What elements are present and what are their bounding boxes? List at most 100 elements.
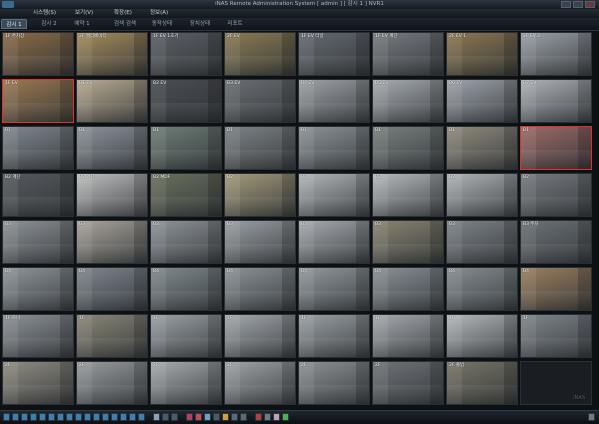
- camera-tile[interactable]: B2 계단: [76, 173, 148, 217]
- camera-tile[interactable]: 2F: [224, 361, 296, 405]
- layout-49-button[interactable]: [57, 413, 64, 421]
- camera-tile[interactable]: 2F: [2, 361, 74, 405]
- camera-tile[interactable]: 1F: [520, 314, 592, 358]
- ptz-button[interactable]: [213, 413, 220, 421]
- layout-custom1-button[interactable]: [75, 413, 82, 421]
- camera-tile[interactable]: B3: [224, 220, 296, 264]
- camera-tile[interactable]: 1F: [150, 314, 222, 358]
- camera-tile[interactable]: B4: [224, 267, 296, 311]
- camera-tile[interactable]: 2F EV 1: [446, 32, 518, 76]
- status-button[interactable]: [282, 413, 289, 421]
- camera-tile[interactable]: B2: [298, 173, 370, 217]
- camera-tile[interactable]: 1F: [298, 314, 370, 358]
- camera-tile[interactable]: B1: [2, 126, 74, 170]
- camera-tile[interactable]: 2F 엘리베이터: [76, 32, 148, 76]
- exit-button[interactable]: [588, 413, 595, 421]
- camera-tile[interactable]: B1: [446, 126, 518, 170]
- camera-tile[interactable]: 1F EV 터널: [298, 32, 370, 76]
- next-page-button[interactable]: [171, 413, 178, 421]
- camera-tile[interactable]: 2F: [298, 361, 370, 405]
- alarm-button[interactable]: [195, 413, 202, 421]
- tab-device-status[interactable]: 장치상태: [185, 19, 215, 29]
- monitor-button[interactable]: [231, 413, 238, 421]
- camera-tile[interactable]: 1F EV 1호기: [150, 32, 222, 76]
- camera-tile[interactable]: 2F 출입: [446, 361, 518, 405]
- camera-tile[interactable]: B3: [446, 220, 518, 264]
- camera-tile[interactable]: B2: [224, 173, 296, 217]
- camera-tile[interactable]: B3 EV: [224, 79, 296, 123]
- camera-tile[interactable]: B3: [2, 220, 74, 264]
- layout-9-button[interactable]: [21, 413, 28, 421]
- layout-16-button[interactable]: [30, 413, 37, 421]
- tab-operation-status[interactable]: 동작상태: [147, 19, 177, 29]
- settings-button[interactable]: [255, 413, 262, 421]
- empty-camera-tile[interactable]: iNAS: [520, 361, 592, 405]
- camera-tile[interactable]: B5 EV: [372, 79, 444, 123]
- tab-watch-1[interactable]: 감시 1: [1, 19, 27, 29]
- camera-tile[interactable]: B2: [520, 173, 592, 217]
- camera-tile[interactable]: B3: [372, 220, 444, 264]
- camera-tile[interactable]: B3: [150, 220, 222, 264]
- camera-tile[interactable]: B3: [298, 220, 370, 264]
- camera-tile[interactable]: B7 EV: [520, 79, 592, 123]
- layout-custom4-button[interactable]: [102, 413, 109, 421]
- snapshot-button[interactable]: [222, 413, 229, 421]
- prev-page-button[interactable]: [162, 413, 169, 421]
- maximize-button[interactable]: [573, 1, 583, 8]
- playback-button[interactable]: [204, 413, 211, 421]
- camera-tile[interactable]: B2: [446, 173, 518, 217]
- layout-custom8-button[interactable]: [138, 413, 145, 421]
- camera-tile[interactable]: B4: [372, 267, 444, 311]
- camera-tile[interactable]: B4 EV: [298, 79, 370, 123]
- camera-tile[interactable]: B1: [76, 126, 148, 170]
- menu-view[interactable]: 보기(V): [75, 9, 93, 18]
- layout-25-button[interactable]: [39, 413, 46, 421]
- camera-tile[interactable]: 2F: [372, 361, 444, 405]
- chat-button[interactable]: [273, 413, 280, 421]
- camera-tile[interactable]: B3 주차: [520, 220, 592, 264]
- camera-tile[interactable]: 1F: [372, 314, 444, 358]
- camera-tile[interactable]: 1F: [224, 314, 296, 358]
- camera-tile[interactable]: 2F EV: [224, 32, 296, 76]
- camera-tile[interactable]: B4: [446, 267, 518, 311]
- close-button[interactable]: [585, 1, 595, 8]
- menu-extend[interactable]: 확장(E): [114, 9, 132, 18]
- camera-tile[interactable]: B1: [224, 126, 296, 170]
- layout-custom6-button[interactable]: [120, 413, 127, 421]
- camera-tile[interactable]: B3: [76, 220, 148, 264]
- tab-search[interactable]: 검색 검색: [110, 19, 140, 29]
- camera-tile[interactable]: B4: [150, 267, 222, 311]
- menu-info[interactable]: 정보(A): [150, 9, 168, 18]
- layout-custom3-button[interactable]: [93, 413, 100, 421]
- tab-schedule-1[interactable]: 예약 1: [69, 19, 95, 29]
- info-button[interactable]: [264, 413, 271, 421]
- tab-watch-2[interactable]: 감시 2: [36, 19, 62, 29]
- layout-custom2-button[interactable]: [84, 413, 91, 421]
- camera-tile[interactable]: B1: [520, 126, 592, 170]
- layout-36-button[interactable]: [48, 413, 55, 421]
- layout-4-button[interactable]: [12, 413, 19, 421]
- camera-tile[interactable]: B2 EV: [150, 79, 222, 123]
- camera-tile[interactable]: B2 MDF: [150, 173, 222, 217]
- camera-tile[interactable]: 1F EV: [2, 79, 74, 123]
- layout-custom7-button[interactable]: [129, 413, 136, 421]
- camera-tile[interactable]: 2F EV 2: [520, 32, 592, 76]
- camera-tile[interactable]: 1F 주차장: [2, 32, 74, 76]
- camera-tile[interactable]: 2F: [76, 361, 148, 405]
- sequence-button[interactable]: [153, 413, 160, 421]
- camera-tile[interactable]: B4: [76, 267, 148, 311]
- layout-custom5-button[interactable]: [111, 413, 118, 421]
- layout-64-button[interactable]: [66, 413, 73, 421]
- camera-tile[interactable]: B2 계단: [2, 173, 74, 217]
- camera-tile[interactable]: B1: [372, 126, 444, 170]
- camera-tile[interactable]: B1: [298, 126, 370, 170]
- camera-tile[interactable]: B4: [520, 267, 592, 311]
- record-view-button[interactable]: [186, 413, 193, 421]
- tab-report[interactable]: 리포트: [222, 19, 248, 29]
- minimize-button[interactable]: [561, 1, 571, 8]
- camera-tile[interactable]: B4: [298, 267, 370, 311]
- camera-tile[interactable]: 1F: [446, 314, 518, 358]
- audio-button[interactable]: [240, 413, 247, 421]
- camera-tile[interactable]: B2: [372, 173, 444, 217]
- camera-tile[interactable]: B1: [150, 126, 222, 170]
